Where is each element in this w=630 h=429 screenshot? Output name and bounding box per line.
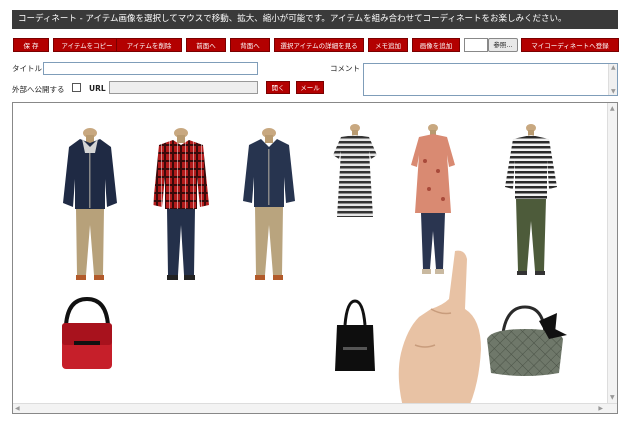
scroll-up-icon[interactable]: ▲ [611,64,616,71]
open-button[interactable]: 開く [266,81,290,94]
red-plaid-shirt-outfit[interactable] [145,125,217,287]
browse-button[interactable]: 参照... [488,38,518,52]
page-header: コーディネート - アイテム画像を選択してマウスで移動、拡大、縮小が可能です。ア… [12,10,618,29]
comment-label: コメント [330,64,360,73]
register-coordinate-button[interactable]: マイコーディネートへ登録 [521,38,619,52]
toolbar: 保 存 アイテムをコピー アイテムを削除 前面へ 背面へ 選択アイテムの詳細を見… [13,38,619,53]
black-tote-bag[interactable] [333,295,377,375]
scroll-down-icon[interactable]: ▼ [610,394,615,401]
title-input[interactable] [43,62,258,75]
add-memo-button[interactable]: メモ追加 [368,38,408,52]
publish-label: 外部へ公開する [12,85,65,94]
canvas-vertical-scrollbar[interactable]: ▲ ▼ [607,103,617,413]
file-path-field[interactable] [464,38,488,52]
scroll-left-icon[interactable]: ◀ [15,405,20,412]
view-details-button[interactable]: 選択アイテムの詳細を見る [274,38,364,52]
add-image-button[interactable]: 画像を追加 [412,38,460,52]
canvas-horizontal-scrollbar[interactable]: ◀ ▶ [13,403,617,413]
bring-front-button[interactable]: 前面へ [186,38,226,52]
copy-item-button[interactable]: アイテムをコピー [53,38,121,52]
striped-sweater-outfit[interactable] [501,121,561,281]
navy-jacket-khaki-outfit[interactable] [237,125,301,287]
title-label: タイトル [12,64,42,73]
pointing-hand [398,250,481,413]
scroll-down-icon[interactable]: ▼ [611,88,616,95]
scroll-up-icon[interactable]: ▲ [610,105,615,112]
comment-scrollbar[interactable]: ▲ ▼ [608,64,617,95]
delete-item-button[interactable]: アイテムを削除 [116,38,182,52]
striped-dress[interactable] [327,121,383,221]
comment-textarea[interactable]: ▲ ▼ [363,63,618,96]
coordinate-canvas[interactable]: ▲ ▼ ◀ ▶ [12,102,618,414]
save-button[interactable]: 保 存 [13,38,49,52]
url-field[interactable] [109,81,258,94]
url-label: URL [89,84,106,93]
red-messenger-bag[interactable] [58,295,116,375]
navy-hooded-jacket-outfit[interactable] [55,125,125,287]
send-back-button[interactable]: 背面へ [230,38,270,52]
mail-button[interactable]: メール [296,81,324,94]
scroll-right-icon[interactable]: ▶ [598,405,603,412]
quilted-bow-bag[interactable] [483,303,569,379]
publish-checkbox[interactable] [72,83,81,92]
